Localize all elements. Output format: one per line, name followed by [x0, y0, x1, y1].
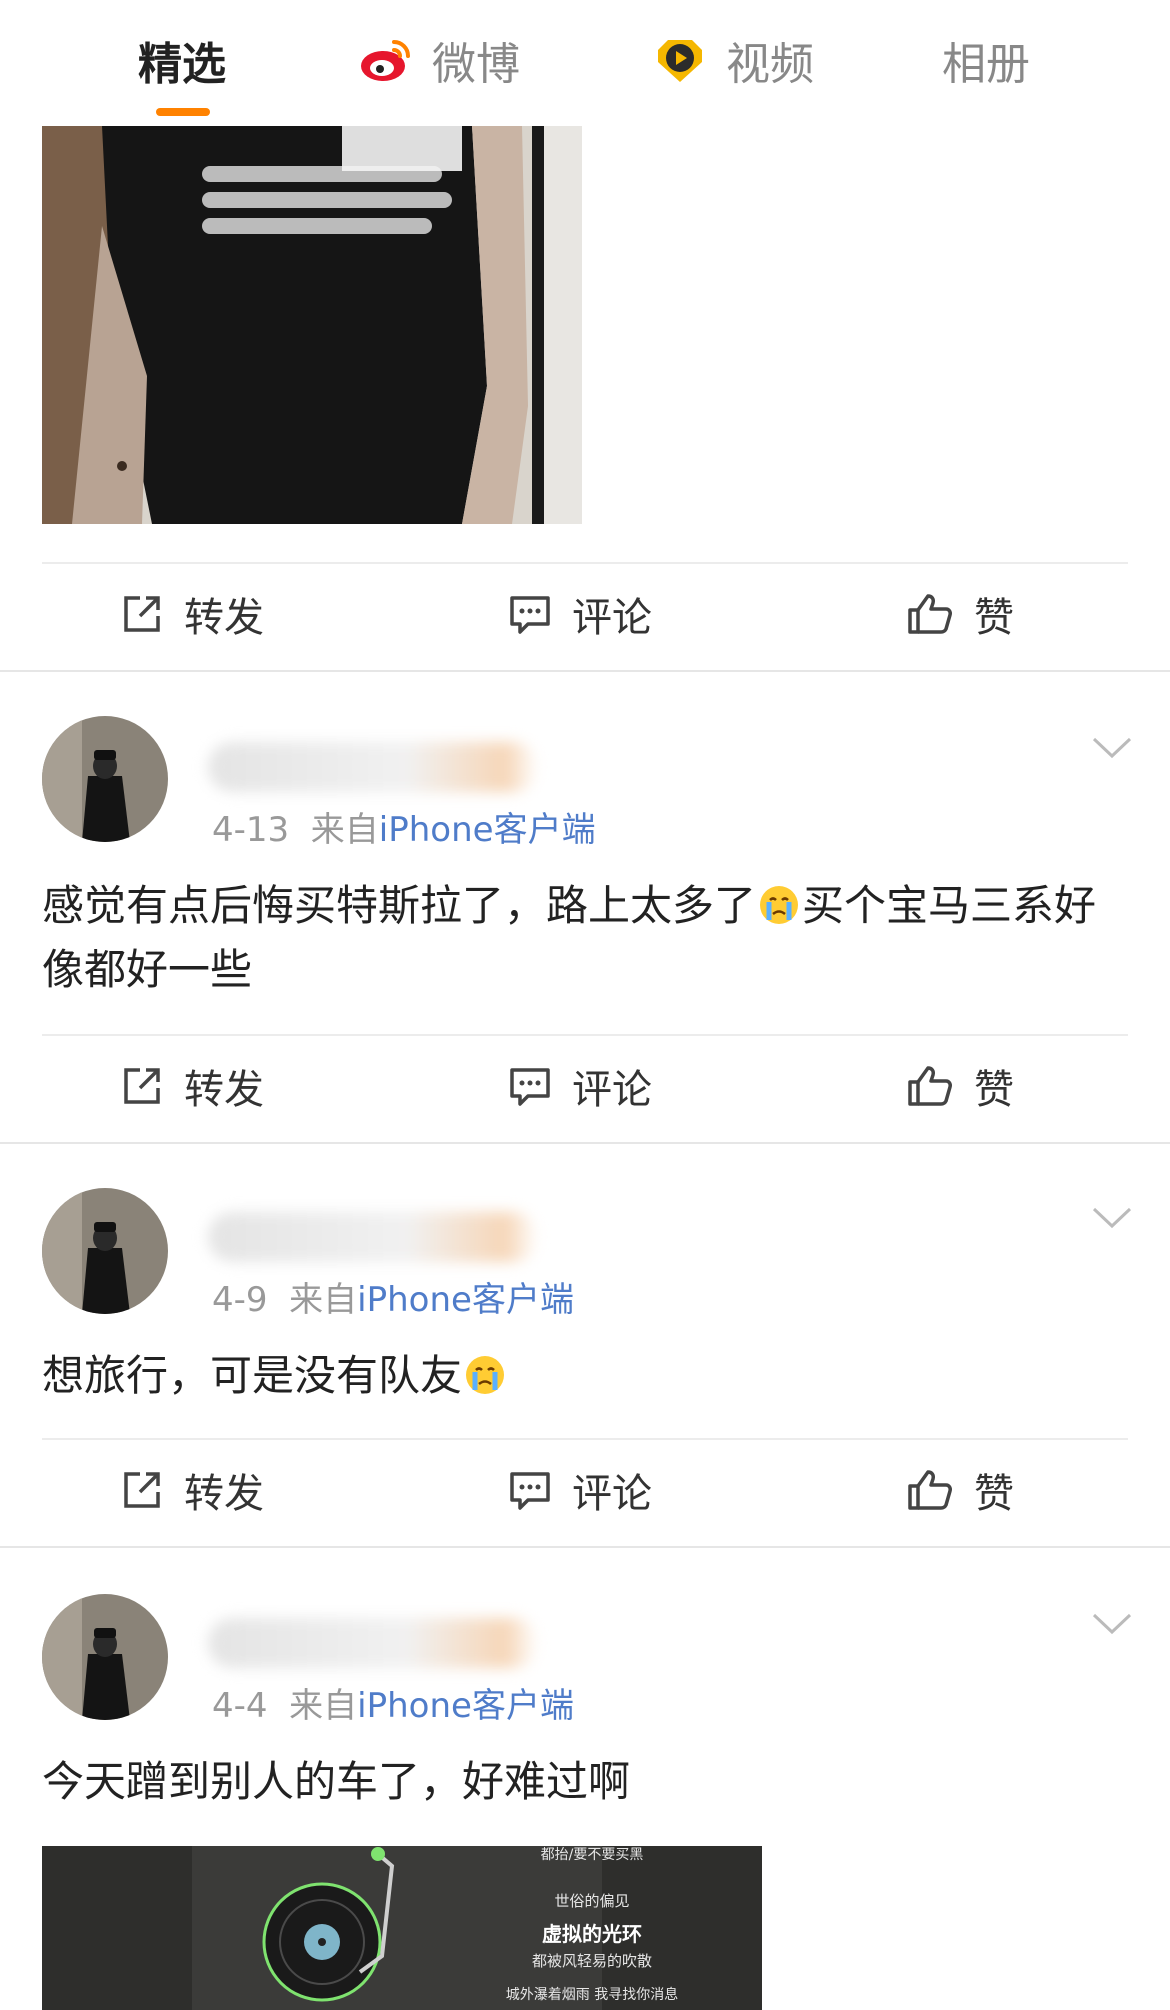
thumbs-up-icon [908, 1066, 952, 1106]
post-from: 来自 [289, 1280, 358, 1320]
post-meta: 4-13 来自iPhone客户端 [212, 802, 596, 851]
avatar[interactable] [42, 716, 168, 842]
repost-icon [124, 596, 160, 632]
like-button[interactable]: 赞 [906, 1056, 1014, 1116]
tab-weibo-label: 微博 [432, 39, 520, 90]
tab-video-label: 视频 [726, 39, 814, 90]
like-label: 赞 [974, 1471, 1014, 1517]
repost-label: 转发 [184, 1067, 264, 1113]
comment-icon [510, 1068, 550, 1106]
chevron-down-icon[interactable] [1092, 1612, 1132, 1636]
comment-button[interactable]: 评论 [508, 1056, 652, 1116]
lyric-line: 都被风轻易的吹散 [531, 1952, 652, 1970]
post-meta: 4-9 来自iPhone客户端 [212, 1272, 574, 1321]
post-text-part: 想旅行，可是没有队友 [42, 1351, 463, 1400]
repost-icon [124, 1472, 160, 1508]
post-meta: 4-4 来自iPhone客户端 [212, 1678, 574, 1727]
lyric-line: 都抬/要不要买黑 [540, 1847, 644, 1863]
crying-face-icon [760, 886, 799, 924]
username-blurred[interactable] [208, 742, 538, 792]
lyric-line: 虚拟的光环 [542, 1922, 642, 1946]
repost-label: 转发 [184, 595, 264, 641]
like-label: 赞 [974, 595, 1014, 641]
post-date: 4-13 [212, 810, 290, 850]
divider [42, 562, 1128, 564]
like-button[interactable]: 赞 [906, 584, 1014, 644]
tab-album-label: 相册 [942, 39, 1030, 90]
post-source[interactable]: iPhone客户端 [379, 810, 596, 850]
divider [42, 1438, 1128, 1440]
repost-icon [124, 1068, 160, 1104]
post-photo[interactable] [42, 126, 582, 524]
post-separator [0, 670, 1170, 672]
post-photo-lyrics[interactable]: 都抬/要不要买黑 世俗的偏见 虚拟的光环 都被风轻易的吹散 城外瀑着烟雨 我寻找… [42, 1846, 762, 2010]
crying-face-icon [466, 1356, 505, 1394]
username-blurred[interactable] [208, 1212, 538, 1262]
comment-icon [510, 596, 550, 634]
chevron-down-icon[interactable] [1092, 736, 1132, 760]
tab-featured[interactable]: 精选 [138, 28, 226, 92]
avatar[interactable] [42, 1188, 168, 1314]
divider [42, 1034, 1128, 1036]
active-tab-indicator [156, 108, 210, 116]
post-text-part: 今天蹭到别人的车了，好难过啊 [42, 1757, 631, 1806]
tab-album[interactable]: 相册 [942, 28, 1030, 92]
comment-button[interactable]: 评论 [508, 1460, 652, 1520]
post-date: 4-4 [212, 1686, 268, 1726]
comment-button[interactable]: 评论 [508, 584, 652, 644]
like-label: 赞 [974, 1067, 1014, 1113]
lyric-line: 城外瀑着烟雨 我寻找你消息 [505, 1987, 679, 2003]
repost-label: 转发 [184, 1471, 264, 1517]
tab-video[interactable]: 视频 [652, 28, 814, 92]
video-play-icon [652, 32, 708, 88]
top-tab-bar: 精选 微博 视频 相册 [0, 0, 1170, 120]
post-source[interactable]: iPhone客户端 [357, 1686, 574, 1726]
post-text: 今天蹭到别人的车了，好难过啊 [42, 1750, 1132, 1814]
post-separator [0, 1546, 1170, 1548]
tab-weibo[interactable]: 微博 [358, 28, 520, 92]
post-text-part: 感觉有点后悔买特斯拉了，路上太多了 [42, 881, 757, 930]
post-source[interactable]: iPhone客户端 [357, 1280, 574, 1320]
thumbs-up-icon [908, 1470, 952, 1510]
username-blurred[interactable] [208, 1618, 538, 1668]
comment-icon [510, 1472, 550, 1510]
avatar[interactable] [42, 1594, 168, 1720]
repost-button[interactable]: 转发 [120, 1056, 264, 1116]
post-from: 来自 [310, 810, 379, 850]
weibo-logo-icon [358, 32, 414, 88]
tab-featured-label: 精选 [138, 39, 226, 90]
lyric-line: 世俗的偏见 [554, 1892, 630, 1910]
post-from: 来自 [289, 1686, 358, 1726]
repost-button[interactable]: 转发 [120, 1460, 264, 1520]
comment-label: 评论 [572, 1067, 652, 1113]
repost-button[interactable]: 转发 [120, 584, 264, 644]
chevron-down-icon[interactable] [1092, 1206, 1132, 1230]
post-text: 感觉有点后悔买特斯拉了，路上太多了 买个宝马三系好像都好一些 [42, 874, 1132, 1002]
like-button[interactable]: 赞 [906, 1460, 1014, 1520]
post-text: 想旅行，可是没有队友 [42, 1344, 1132, 1408]
comment-label: 评论 [572, 595, 652, 641]
thumbs-up-icon [908, 594, 952, 634]
comment-label: 评论 [572, 1471, 652, 1517]
post-separator [0, 1142, 1170, 1144]
post-date: 4-9 [212, 1280, 268, 1320]
